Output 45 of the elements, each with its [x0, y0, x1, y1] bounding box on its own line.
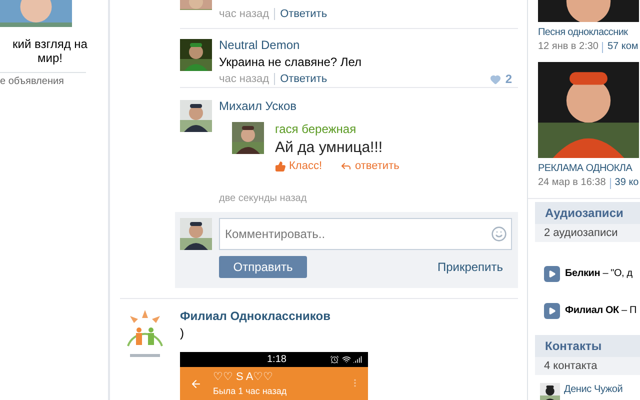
smiley-icon[interactable]	[491, 226, 507, 242]
comment-author[interactable]: Михаил Усков	[219, 98, 518, 114]
section-header[interactable]: Аудиозаписи	[535, 202, 640, 224]
track-title[interactable]: Белкин – "О, д	[565, 266, 632, 281]
status-time: 1:18	[267, 353, 286, 367]
attach-link[interactable]: Прикрепить	[437, 258, 503, 276]
video-date: 12 янв в 2:30	[538, 40, 598, 54]
shared-text: Ай да умница!!!	[275, 138, 384, 158]
post-author[interactable]: Филиал Одноклассников	[180, 308, 368, 324]
section-count: 4 контакта	[535, 357, 640, 375]
ads-link[interactable]: е объявления	[0, 75, 108, 89]
play-icon	[548, 306, 556, 314]
reply-link[interactable]: Ответить	[280, 71, 328, 87]
video-title[interactable]: РЕКЛАМА ОДНОКЛА	[538, 162, 640, 176]
video-title[interactable]: Песня одноклассник	[538, 26, 640, 40]
comment-time: час назад	[219, 7, 270, 22]
section-count: 2 аудиозаписи	[535, 224, 640, 242]
wifi-icon	[342, 355, 351, 364]
play-button[interactable]	[544, 302, 560, 318]
contact-name[interactable]: Денис Чужой	[564, 383, 623, 400]
like-count: 2	[505, 71, 512, 87]
alarm-icon	[330, 355, 339, 364]
heart-icon[interactable]	[490, 74, 502, 84]
video-date: 24 мар в 16:38	[538, 176, 606, 190]
reply-link[interactable]: Ответить	[280, 6, 328, 22]
video-comments[interactable]: 57 ком	[607, 40, 638, 54]
comment-author[interactable]: Neutral Demon	[219, 37, 518, 53]
video-comments[interactable]: 39 ко	[614, 176, 639, 190]
track-title[interactable]: Филиал ОК – П	[565, 303, 636, 318]
play-icon	[548, 270, 556, 278]
thumbs-up-icon	[275, 160, 286, 172]
post-text: )	[180, 325, 185, 341]
chat-status: Была 1 час назад	[213, 385, 287, 398]
comment-text: Украина не славяне? Лел	[219, 54, 363, 71]
chat-title: ♡♡ S A♡♡	[213, 370, 274, 384]
comment-time: две секунды назад	[219, 192, 308, 206]
back-icon[interactable]	[190, 378, 202, 390]
reply-icon	[340, 160, 352, 172]
play-button[interactable]	[544, 266, 560, 282]
signal-icon	[353, 355, 362, 364]
send-button[interactable]: Отправить	[219, 256, 307, 278]
comment-field[interactable]: Комментировать..	[219, 218, 512, 250]
section-header[interactable]: Контакты	[535, 335, 640, 357]
comment-time: час назад	[219, 72, 270, 87]
ad-text[interactable]: кий взгляд на мир!	[0, 37, 100, 65]
